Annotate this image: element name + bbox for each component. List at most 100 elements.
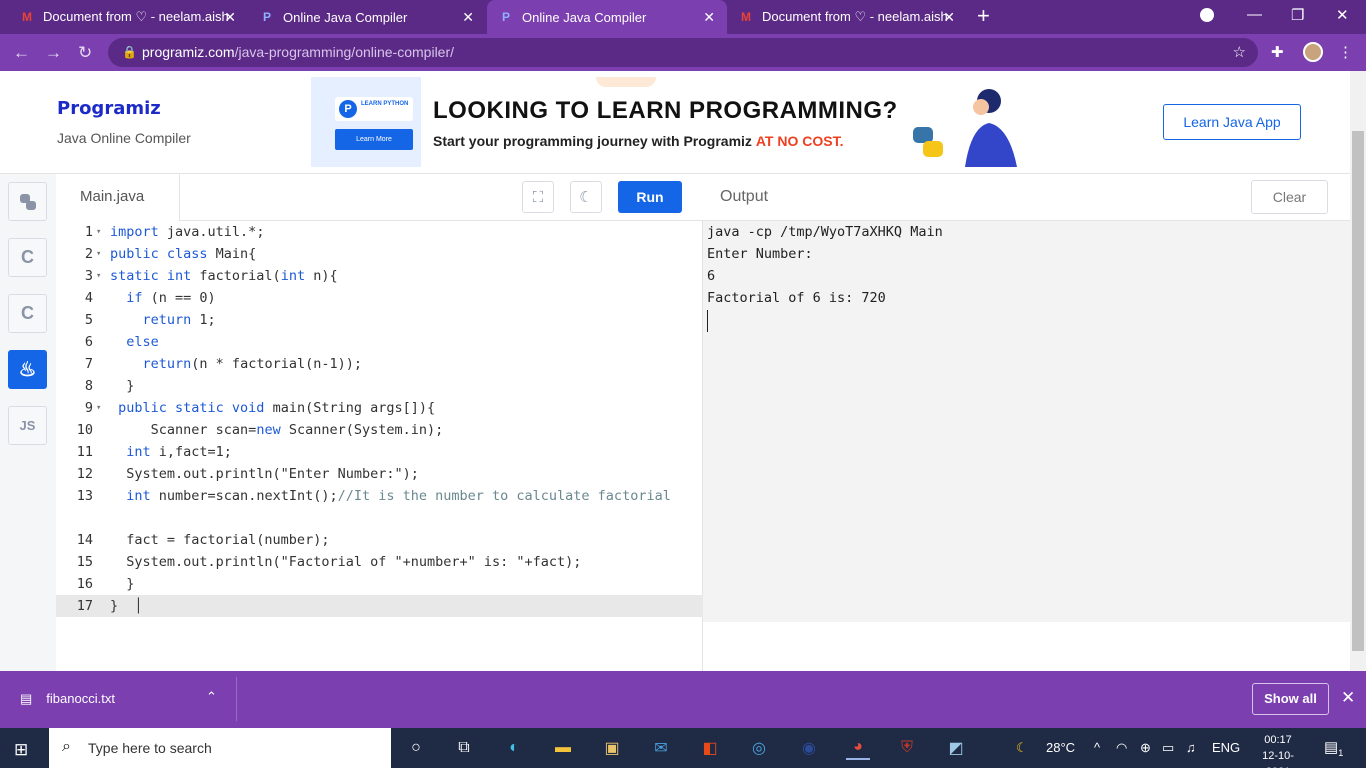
app-icon[interactable]: ◎ <box>747 736 771 760</box>
js-icon[interactable]: JS <box>8 406 47 445</box>
c-icon[interactable]: C <box>8 238 47 277</box>
cortana-icon[interactable]: ○ <box>404 736 428 760</box>
badge-text: LEARN PYTHON <box>361 101 409 107</box>
new-tab-icon[interactable]: + <box>977 5 990 27</box>
c-label: C <box>21 247 34 267</box>
editor-header: Main.java ⛶ ☾ Run <box>56 174 703 221</box>
taskbar-search[interactable]: ⌕ Type here to search <box>49 728 391 768</box>
chevron-up-icon[interactable]: ^ <box>1094 740 1100 755</box>
gmail-icon: M <box>741 10 751 24</box>
banner-strip <box>311 77 421 167</box>
output-panel: Output Clear java -cp /tmp/WyoT7aXHKQ Ma… <box>703 174 1350 671</box>
download-shelf: ▤ fibanocci.txt ⌃ Show all ✕ <box>0 671 1366 728</box>
window-close-icon[interactable]: ✕ <box>1336 6 1349 24</box>
edge-icon[interactable]: ◐ <box>502 736 526 760</box>
code-line: 4 if (n == 0) <box>84 290 216 306</box>
restore-icon[interactable]: ❐ <box>1291 6 1304 24</box>
mcafee-icon[interactable]: ⛨ <box>895 736 919 760</box>
windows-taskbar: ⊞ ⌕ Type here to search ○ ⧉ ◐ ▬ ▣ ✉ ◧ ◎ … <box>0 728 1366 778</box>
close-icon[interactable]: ✕ <box>1341 688 1355 708</box>
forward-icon[interactable]: → <box>45 43 62 63</box>
close-icon[interactable]: ✕ <box>462 9 474 26</box>
extensions-icon[interactable]: ✚ <box>1271 43 1284 61</box>
code-editor-panel: Main.java ⛶ ☾ Run 1 ▾ import java.util.*; … <box>56 174 703 671</box>
output-footer <box>703 622 1350 671</box>
output-console[interactable]: java -cp /tmp/WyoT7aXHKQ Main Enter Numb… <box>707 221 943 332</box>
cpp-icon[interactable]: C <box>8 294 47 333</box>
python-logo-icon: P <box>339 100 357 118</box>
close-icon[interactable]: ✕ <box>943 9 955 26</box>
dark-mode-icon[interactable]: ☾ <box>570 181 602 213</box>
clock[interactable]: 00:17 12-10-2021 <box>1250 732 1306 780</box>
file-tab[interactable]: Main.java <box>56 174 180 221</box>
programiz-logo[interactable]: Programiz <box>57 98 161 119</box>
language-indicator[interactable]: ENG <box>1212 740 1240 755</box>
windows-start-icon[interactable]: ⊞ <box>14 740 28 760</box>
url-path: /java-programming/online-compiler/ <box>234 44 455 60</box>
python-icon[interactable] <box>8 182 47 221</box>
page-subtitle: Java Online Compiler <box>57 130 191 146</box>
weather-icon[interactable]: ☾ <box>1016 740 1028 756</box>
banner-subline-text: Start your programming journey with Prog… <box>433 133 756 149</box>
close-icon[interactable]: ✕ <box>224 9 236 26</box>
menu-icon[interactable]: ⋮ <box>1338 43 1353 61</box>
profile-menu-icon[interactable] <box>1200 8 1214 22</box>
url-text: programiz.com/java-programming/online-co… <box>142 44 454 60</box>
address-bar[interactable]: 🔒 programiz.com/java-programming/online-… <box>108 38 1258 67</box>
notepad-icon[interactable]: ◩ <box>944 736 968 760</box>
task-view-icon[interactable]: ⧉ <box>452 736 476 760</box>
browser-tab-strip: M Document from ♡ - neelam.aish ✕ P Onli… <box>0 0 1366 34</box>
browser-tab[interactable]: P Online Java Compiler ✕ <box>248 0 486 34</box>
clock-date: 12-10-2021 <box>1262 750 1294 778</box>
download-item[interactable]: ▤ fibanocci.txt <box>20 691 115 707</box>
reload-icon[interactable]: ↻ <box>78 43 92 63</box>
lock-icon: 🔒 <box>122 45 137 59</box>
page-scrollbar[interactable] <box>1350 71 1366 671</box>
eclipse-icon[interactable]: ◉ <box>797 736 821 760</box>
notification-icon[interactable]: ▤1 <box>1324 738 1343 758</box>
bookmark-star-icon[interactable]: ☆ <box>1233 43 1246 61</box>
learn-more-button[interactable]: Learn More <box>335 129 413 150</box>
show-all-button[interactable]: Show all <box>1252 683 1329 715</box>
wifi-icon[interactable]: ◠ <box>1116 740 1127 756</box>
fullscreen-icon[interactable]: ⛶ <box>522 181 554 213</box>
java-icon[interactable]: ♨ <box>8 350 47 389</box>
code-line: 3 ▾ static int factorial(int n){ <box>84 268 338 284</box>
banner-decoration <box>596 77 656 87</box>
output-line: 6 <box>707 268 716 284</box>
office-icon[interactable]: ◧ <box>698 736 722 760</box>
avatar[interactable] <box>1303 42 1323 62</box>
minimize-icon[interactable]: — <box>1247 6 1262 23</box>
close-icon[interactable]: ✕ <box>703 9 715 26</box>
banner-subline-highlight: AT NO COST. <box>755 133 844 149</box>
clear-button[interactable]: Clear <box>1251 180 1328 214</box>
chevron-up-icon[interactable]: ⌃ <box>206 689 217 705</box>
temperature[interactable]: 28°C <box>1046 740 1075 755</box>
person-illustration-icon <box>965 89 1017 167</box>
battery-icon[interactable]: ▭ <box>1162 740 1174 756</box>
volume-icon[interactable]: ♫ <box>1186 740 1196 755</box>
learn-java-app-button[interactable]: Learn Java App <box>1163 104 1301 140</box>
gmail-icon: M <box>22 10 32 24</box>
scrollbar-thumb[interactable] <box>1352 131 1364 651</box>
network-icon[interactable]: ⊕ <box>1140 740 1151 756</box>
code-line: 14 fact = factorial(number); <box>76 532 330 548</box>
file-icon: ▤ <box>20 691 33 706</box>
output-header: Output Clear <box>703 174 1350 221</box>
chrome-icon[interactable]: ◕ <box>846 736 870 760</box>
search-placeholder: Type here to search <box>88 740 212 756</box>
ad-banner[interactable]: P LEARN PYTHON Learn More LOOKING TO LEAR… <box>311 77 1039 167</box>
store-icon[interactable]: ▣ <box>600 736 624 760</box>
code-area[interactable]: 1 ▾ import java.util.*; 2 ▾ public class Mai… <box>56 221 703 617</box>
browser-tab-active[interactable]: P Online Java Compiler ✕ <box>487 0 727 34</box>
browser-tab[interactable]: M Document from ♡ - neelam.aish ✕ <box>8 0 248 34</box>
mail-icon[interactable]: ✉ <box>649 736 673 760</box>
run-button[interactable]: Run <box>618 181 682 213</box>
back-icon[interactable]: ← <box>13 43 30 63</box>
text-caret <box>707 310 708 332</box>
file-explorer-icon[interactable]: ▬ <box>551 736 575 760</box>
page-header: Programiz Java Online Compiler P LEARN PY… <box>0 71 1350 174</box>
tab-title: Online Java Compiler <box>522 9 647 25</box>
browser-tab[interactable]: M Document from ♡ - neelam.aish ✕ <box>727 0 967 34</box>
